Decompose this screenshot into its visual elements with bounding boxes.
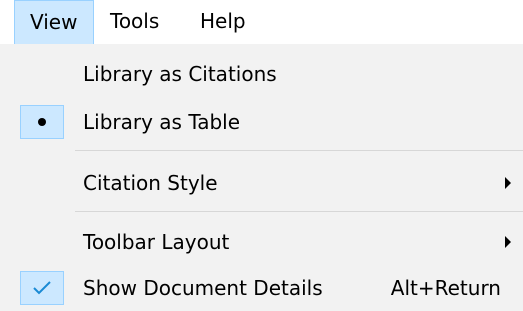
- menu-item-citation-style[interactable]: Citation Style: [0, 161, 523, 205]
- menu-tools[interactable]: Tools: [110, 0, 159, 44]
- menu-item-label: Citation Style: [83, 171, 218, 195]
- menu-item-library-as-table[interactable]: Library as Table: [0, 100, 523, 144]
- menu-item-label: Library as Table: [83, 110, 241, 134]
- menu-separator: [75, 150, 523, 151]
- selection-indicator: [20, 105, 64, 139]
- menu-bar: View Tools Help: [0, 0, 523, 44]
- menu-item-show-document-details[interactable]: Show Document Details Alt+Return: [0, 266, 523, 310]
- chevron-right-icon: [505, 236, 511, 248]
- checkmark-icon: [33, 281, 51, 295]
- menu-item-toolbar-layout[interactable]: Toolbar Layout: [0, 220, 523, 264]
- menu-separator: [75, 211, 523, 212]
- check-indicator: [20, 271, 64, 305]
- menu-view[interactable]: View: [14, 0, 94, 44]
- menu-item-label: Toolbar Layout: [83, 230, 230, 254]
- menu-item-label: Library as Citations: [83, 62, 277, 86]
- chevron-right-icon: [505, 177, 511, 189]
- menu-item-shortcut: Alt+Return: [390, 276, 501, 300]
- menu-item-library-as-citations[interactable]: Library as Citations: [0, 52, 523, 96]
- bullet-icon: [38, 118, 46, 126]
- menu-item-label: Show Document Details: [83, 276, 323, 300]
- view-menu-dropdown: Library as Citations Library as Table Ci…: [0, 44, 523, 311]
- menu-help[interactable]: Help: [200, 0, 246, 44]
